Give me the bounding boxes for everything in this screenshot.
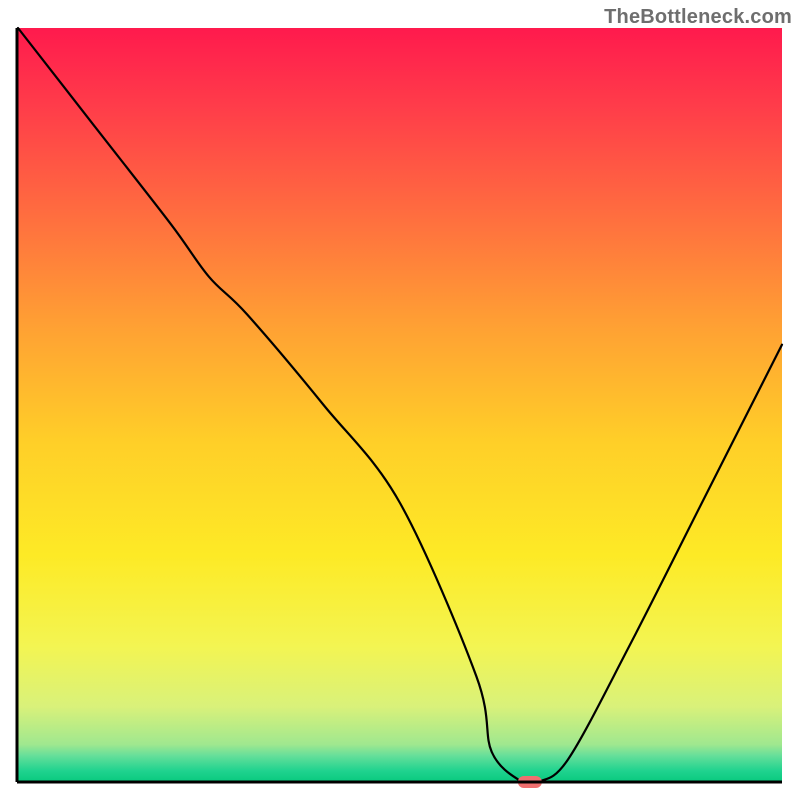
plot-background [18,28,782,782]
chart-container: TheBottleneck.com [0,0,800,800]
bottleneck-chart [0,0,800,800]
